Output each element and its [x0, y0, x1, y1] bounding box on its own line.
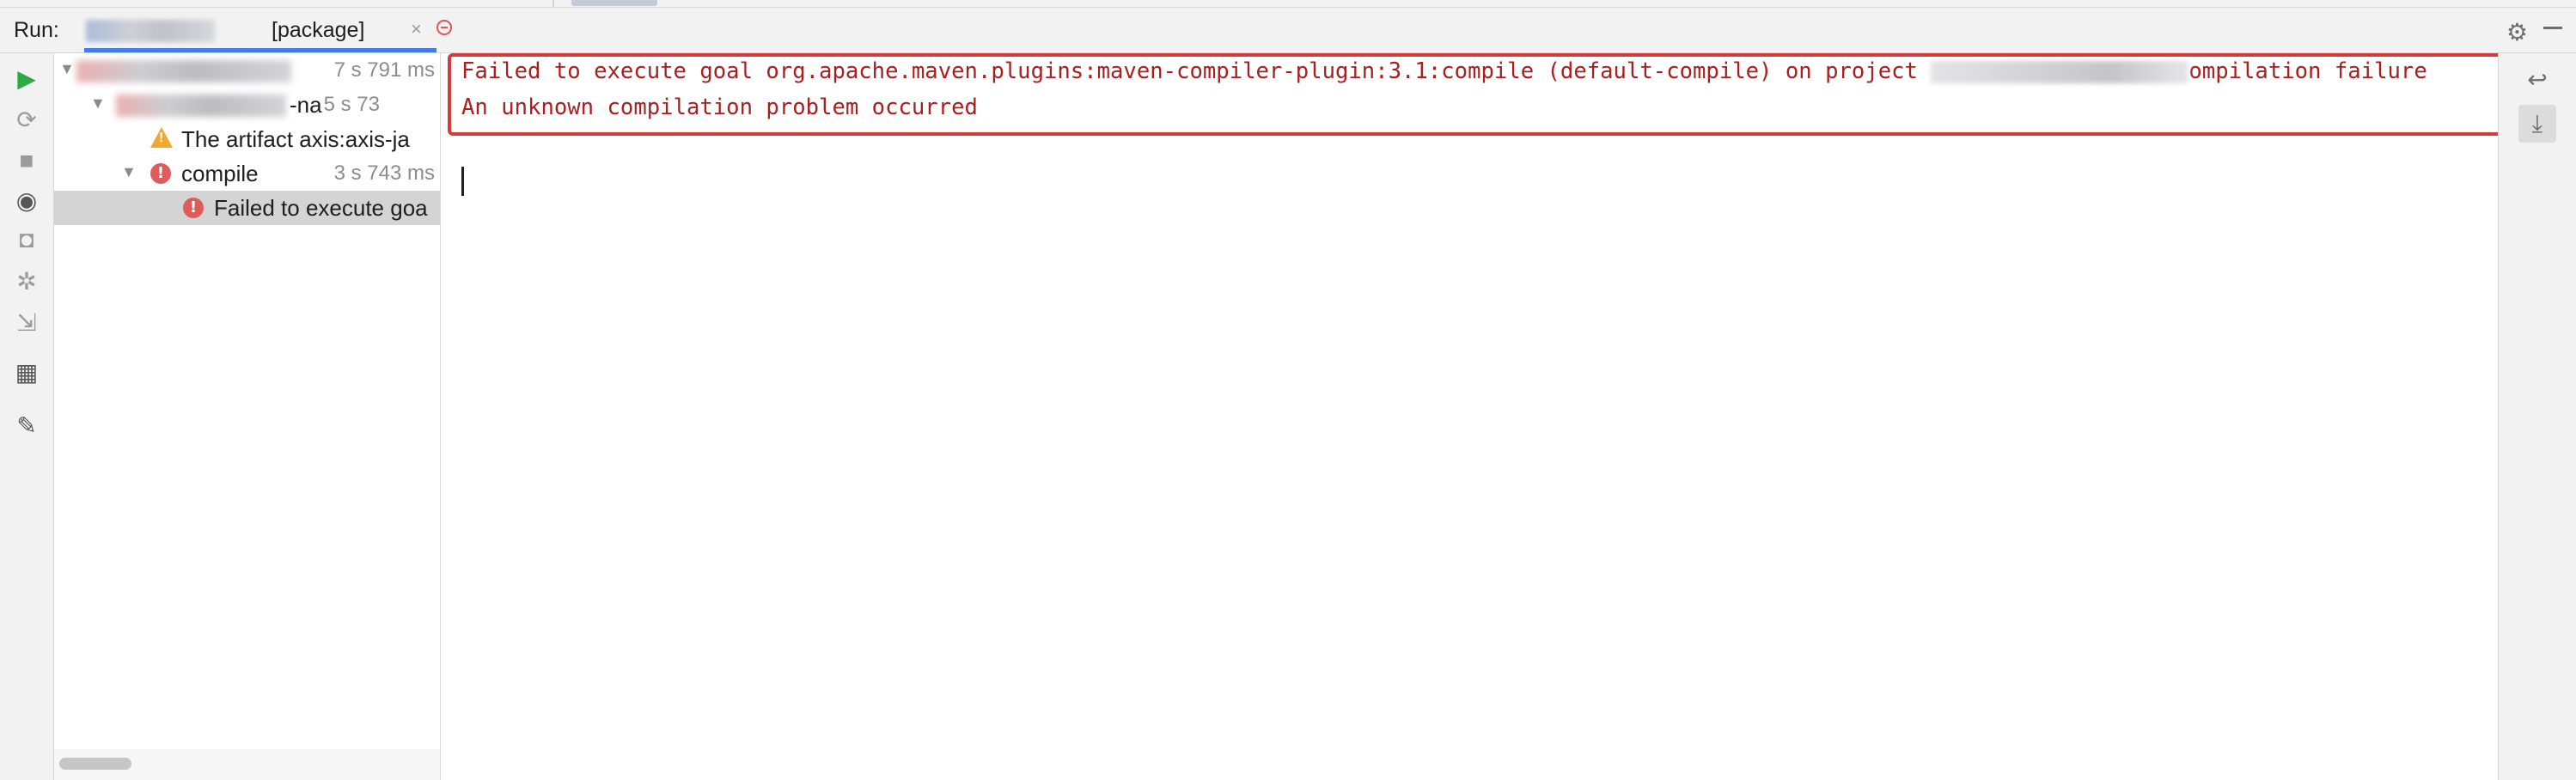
minimize-icon[interactable] — [2543, 27, 2562, 29]
tree-row-time: 7 s 791 ms — [333, 58, 435, 82]
tree-row-module[interactable]: ▼ -na 5 s 73 — [54, 88, 440, 122]
redacted-module-label — [116, 94, 286, 117]
console-error-line-2: An unknown compilation problem occurred — [461, 94, 978, 120]
tree-row-label: compile — [181, 161, 259, 186]
active-tab-underline — [84, 48, 436, 52]
warning-icon — [150, 127, 173, 148]
chevron-down-icon[interactable]: ▼ — [59, 60, 75, 78]
run-tool-window-header: Run: [package] × ⚙ — [0, 8, 2576, 53]
console-line-1-suffix: ompilation failure — [2188, 58, 2427, 84]
pin-icon[interactable]: ✎ — [9, 407, 45, 443]
screenshot-icon[interactable]: ◘ — [9, 222, 45, 258]
run-tab-title: [package] — [272, 18, 365, 42]
top-strip — [0, 0, 2576, 8]
text-cursor — [461, 167, 464, 196]
gear-icon[interactable]: ⚙ — [2506, 18, 2528, 46]
console-error-line-1: Failed to execute goal org.apache.maven.… — [461, 58, 2427, 84]
tree-horizontal-scrollbar[interactable] — [59, 758, 131, 770]
tree-row-failed-goal[interactable]: ! Failed to execute goa — [54, 191, 440, 225]
layout-icon[interactable]: ▦ — [9, 354, 45, 390]
redacted-project-name — [86, 20, 215, 42]
run-icon[interactable]: ▶ — [9, 60, 45, 96]
stop-icon[interactable]: ■ — [9, 143, 45, 179]
editor-tab-indicator[interactable] — [571, 0, 657, 6]
chevron-down-icon[interactable]: ▼ — [121, 163, 137, 181]
console-line-1-prefix: Failed to execute goal org.apache.maven.… — [461, 58, 1932, 84]
error-icon: ! — [183, 198, 204, 218]
soft-wrap-icon[interactable]: ↩ — [2518, 60, 2556, 98]
debug-icon[interactable]: ✲ — [9, 263, 45, 299]
tree-row-label: The artifact axis:axis-ja — [181, 126, 410, 152]
redacted-project-name — [1931, 61, 2189, 83]
run-label: Run: — [14, 18, 59, 42]
show-options-icon[interactable]: ◉ — [9, 182, 45, 218]
rerun-failed-icon[interactable]: ⟳ — [9, 101, 45, 137]
tree-row-time: 5 s 73 — [323, 93, 380, 116]
tree-row-label: Failed to execute goa — [214, 195, 428, 221]
export-icon[interactable]: ⇲ — [9, 304, 45, 340]
tree-row-root[interactable]: ▼ 7 s 791 ms — [54, 53, 440, 88]
console-output[interactable]: Failed to execute goal org.apache.maven.… — [441, 53, 2510, 780]
close-tab-icon[interactable]: × — [411, 18, 422, 40]
build-failed-status-icon — [436, 20, 452, 35]
right-toolbar: ↩ ⤓ — [2498, 53, 2576, 780]
redacted-root-label — [76, 60, 291, 82]
tree-row-compile[interactable]: ▼ ! compile 3 s 743 ms — [54, 156, 440, 191]
tab-separator — [552, 0, 554, 7]
build-tree: ▼ 7 s 791 ms ▼ -na 5 s 73 The artifact a… — [54, 53, 441, 780]
error-icon: ! — [150, 163, 171, 184]
run-configuration-tab[interactable]: [package] × — [77, 8, 438, 52]
tree-row-time: 3 s 743 ms — [333, 161, 435, 185]
chevron-down-icon[interactable]: ▼ — [90, 94, 106, 113]
tree-row-warning[interactable]: The artifact axis:axis-ja — [54, 122, 440, 156]
scroll-to-end-icon[interactable]: ⤓ — [2518, 105, 2556, 143]
left-toolbar: ▶ ⟳ ■ ◉ ◘ ✲ ⇲ ▦ ✎ — [0, 53, 54, 780]
tree-row-label: -na — [290, 92, 322, 118]
